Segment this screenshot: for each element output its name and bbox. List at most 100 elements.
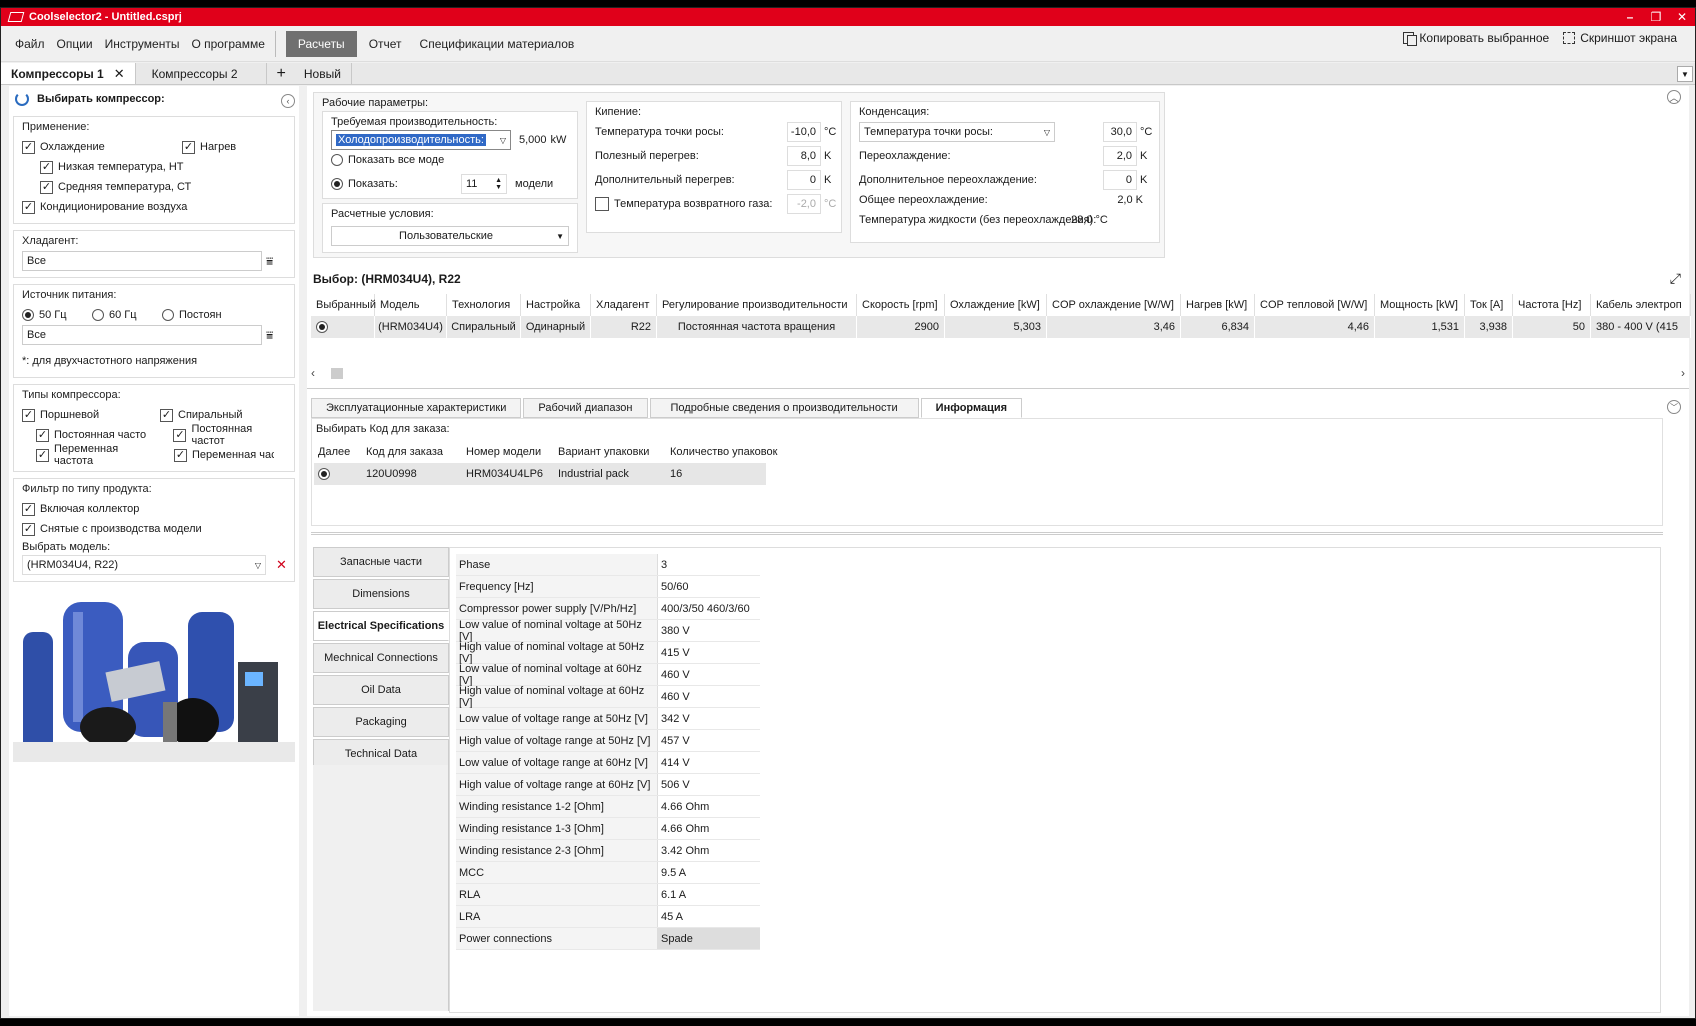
show-all-radio[interactable]: Показать все моде	[331, 154, 444, 166]
menu-file[interactable]: Файл	[9, 31, 51, 57]
mechanical-connections-button[interactable]: Mechnical Connections	[313, 643, 449, 673]
column-header[interactable]: Нагрев [kW]	[1181, 294, 1255, 316]
evap-dew-temp-input[interactable]: -10,0	[787, 122, 821, 142]
cond-temp-type-select[interactable]: Температура точки росы: ▽	[859, 122, 1055, 142]
tab-compressors-1[interactable]: Компрессоры 1 ✕	[1, 63, 136, 84]
close-button[interactable]: ✕	[1669, 8, 1695, 26]
refrigerant-select[interactable]: Все	[22, 251, 262, 271]
column-header[interactable]: Охлаждение [kW]	[945, 294, 1047, 316]
tab-operating-range[interactable]: Рабочий диапазон	[523, 398, 648, 418]
tabs-dropdown-icon[interactable]: ▼	[1677, 66, 1693, 82]
scroll-right-icon[interactable]: ›	[1681, 366, 1685, 380]
screenshot-button[interactable]: Скриншот экрана	[1563, 31, 1677, 45]
column-header[interactable]: Далее	[314, 441, 362, 463]
new-tab-button[interactable]: + Новый	[267, 63, 352, 84]
extra-superheat-input[interactable]: 0	[787, 170, 821, 190]
menu-about[interactable]: О программе	[185, 31, 270, 57]
menu-report[interactable]: Отчет	[363, 31, 408, 57]
menu-bom[interactable]: Спецификации материалов	[414, 31, 581, 57]
row-select-cell[interactable]	[314, 463, 362, 485]
electrical-specs-button[interactable]: Electrical Specifications	[313, 611, 449, 641]
radio-const[interactable]: Постоян	[162, 305, 222, 325]
radio-icon[interactable]	[318, 468, 330, 480]
return-gas-input[interactable]: -2,0	[787, 194, 821, 214]
column-header[interactable]: Хладагент	[591, 294, 657, 316]
menu-tools[interactable]: Инструменты	[99, 31, 186, 57]
column-header[interactable]: Частота [Hz]	[1513, 294, 1591, 316]
column-header[interactable]: Номер модели	[462, 441, 554, 463]
column-header[interactable]: COP тепловой [W/W]	[1255, 294, 1375, 316]
collapse-left-icon[interactable]: ‹	[281, 94, 295, 108]
column-header[interactable]: Код для заказа	[362, 441, 462, 463]
calc-conditions-select[interactable]: Пользовательские ▼	[331, 226, 569, 246]
piston-var-checkbox[interactable]: ✓ Переменная частота	[22, 443, 160, 467]
minimize-button[interactable]: –	[1617, 8, 1643, 26]
return-gas-checkbox[interactable]	[595, 197, 609, 211]
radio-60hz[interactable]: 60 Гц	[92, 305, 162, 325]
heating-checkbox[interactable]: ✓ Нагрев	[182, 137, 236, 157]
oil-data-button[interactable]: Oil Data	[313, 675, 449, 705]
tab-performance[interactable]: Эксплуатационные характеристики	[311, 398, 522, 418]
show-radio[interactable]: Показать:	[331, 174, 461, 194]
copy-selected-button[interactable]: Копировать выбранное	[1403, 31, 1549, 46]
cond-dew-temp-input[interactable]: 30,0	[1103, 122, 1137, 142]
useful-superheat-input[interactable]: 8,0	[787, 146, 821, 166]
collapse-details-icon[interactable]: ﹀	[1667, 400, 1681, 414]
stepper-arrows-icon[interactable]: ▲ ▼	[495, 177, 502, 191]
scroll-fixed-checkbox[interactable]: ✓ Постоянная частот	[159, 423, 288, 447]
piston-checkbox[interactable]: ✓ Поршневой	[22, 405, 160, 425]
table-row[interactable]: 120U0998 HRM034U4LP6 Industrial pack 16	[314, 463, 766, 485]
column-header[interactable]: Регулирование производительности	[657, 294, 857, 316]
capacity-type-select[interactable]: Холодопроизводительность: ▽	[331, 130, 511, 150]
close-tab-icon[interactable]: ✕	[114, 66, 125, 82]
radio-icon[interactable]	[316, 321, 328, 333]
packaging-button[interactable]: Packaging	[313, 707, 449, 737]
air-cond-checkbox[interactable]: ✓ Кондиционирование воздуха	[22, 197, 288, 217]
tab-compressors-2[interactable]: Компрессоры 2	[136, 63, 267, 84]
table-row[interactable]: (HRM034U4) Спиральный Одинарный R22 Пост…	[311, 316, 1691, 338]
filter-icon[interactable]: ⩸	[266, 328, 273, 343]
column-header[interactable]: Настройка	[521, 294, 591, 316]
filter-icon[interactable]: ⩸	[266, 254, 273, 269]
column-header[interactable]: Скорость [rpm]	[857, 294, 945, 316]
radio-50hz[interactable]: 50 Гц	[22, 305, 92, 325]
piston-fixed-checkbox[interactable]: ✓ Постоянная часто	[22, 425, 159, 445]
column-header[interactable]: Количество упаковок	[666, 441, 794, 463]
column-header[interactable]: Вариант упаковки	[554, 441, 666, 463]
column-header[interactable]: Выбранный	[311, 294, 376, 316]
horizontal-scrollbar[interactable]: ‹ ›	[311, 366, 1685, 380]
refresh-icon[interactable]	[15, 92, 29, 106]
scroll-thumb[interactable]	[331, 368, 343, 379]
expand-icon[interactable]: ⤢	[1670, 270, 1681, 287]
maximize-button[interactable]: ❐	[1643, 8, 1669, 26]
discontinued-checkbox[interactable]: ✓ Снятые с производства модели	[22, 519, 288, 539]
scroll-left-icon[interactable]: ‹	[311, 366, 315, 380]
tab-performance-details[interactable]: Подробные сведения о производительности	[649, 398, 919, 418]
model-count-stepper[interactable]: 11 ▲ ▼	[461, 174, 507, 194]
column-header[interactable]: COP охлаждение [W/W]	[1047, 294, 1181, 316]
column-header[interactable]: Технология	[447, 294, 521, 316]
subcool-input[interactable]: 2,0	[1103, 146, 1137, 166]
menu-options[interactable]: Опции	[51, 31, 99, 57]
collector-checkbox[interactable]: ✓ Включая коллектор	[22, 499, 288, 519]
low-temp-checkbox[interactable]: ✓ Низкая температура, НТ	[22, 157, 288, 177]
column-header[interactable]: Ток [A]	[1465, 294, 1513, 316]
model-select[interactable]: (HRM034U4, R22) ▽	[22, 555, 266, 575]
menu-calculations[interactable]: Расчеты	[285, 30, 357, 57]
row-select-cell[interactable]	[311, 316, 375, 338]
power-select[interactable]: Все	[22, 325, 262, 345]
spare-parts-button[interactable]: Запасные части	[313, 547, 449, 577]
column-header[interactable]: Мощность [kW]	[1375, 294, 1465, 316]
clear-model-icon[interactable]: ✕	[276, 557, 287, 573]
column-header[interactable]: Модель	[375, 294, 447, 316]
scroll-var-checkbox[interactable]: ✓ Переменная частота	[160, 445, 274, 465]
cooling-checkbox[interactable]: ✓ Охлаждение	[22, 137, 182, 157]
column-header[interactable]: Кабель электроп	[1591, 294, 1691, 316]
scroll-checkbox[interactable]: ✓ Спиральный	[160, 405, 243, 425]
collapse-params-icon[interactable]: ︿	[1667, 90, 1681, 104]
medium-temp-checkbox[interactable]: ✓ Средняя температура, СТ	[22, 177, 288, 197]
dimensions-button[interactable]: Dimensions	[313, 579, 449, 609]
tab-information[interactable]: Информация	[920, 398, 1023, 418]
extra-subcool-input[interactable]: 0	[1103, 170, 1137, 190]
capacity-value[interactable]: 5,000	[519, 134, 547, 146]
